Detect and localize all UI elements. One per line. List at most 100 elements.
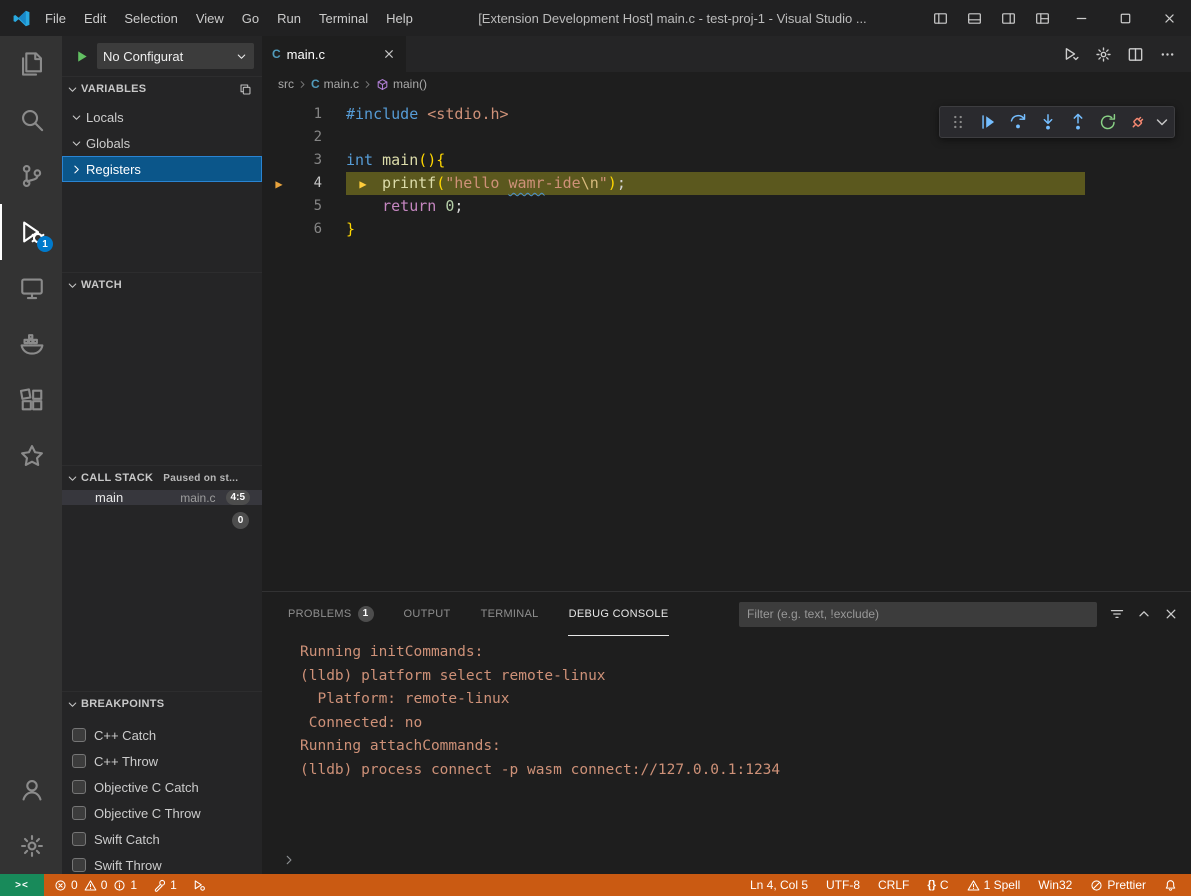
remote-explorer-item[interactable] — [0, 260, 62, 316]
crlf-status-item[interactable]: CRLF — [876, 874, 911, 896]
breadcrumb-item-main-c[interactable]: Cmain.c — [311, 77, 359, 91]
run-debug-item[interactable]: 1 — [0, 204, 62, 260]
settings-gear-item[interactable] — [0, 818, 62, 874]
gear-button[interactable] — [1089, 40, 1117, 68]
error-status-item[interactable]: 0 — [52, 874, 80, 896]
variables-row-globals[interactable]: Globals — [62, 130, 262, 156]
docker-item[interactable] — [0, 316, 62, 372]
breakpoint-row[interactable]: Objective C Throw — [62, 800, 262, 826]
warning-status-item[interactable]: 1 Spell — [965, 874, 1023, 896]
star-item[interactable] — [0, 428, 62, 484]
menu-go[interactable]: Go — [233, 7, 268, 30]
menu-run[interactable]: Run — [268, 7, 310, 30]
breakpoint-checkbox[interactable] — [72, 728, 86, 742]
call-stack-frame[interactable]: mainmain.c4:5 — [62, 490, 262, 505]
win32-status-item[interactable]: Win32 — [1036, 874, 1074, 896]
console-filter-input[interactable] — [739, 602, 1097, 627]
toggle-sidebar-button[interactable] — [923, 0, 957, 36]
breakpoint-gutter[interactable] — [262, 126, 296, 149]
toggle-secondary-sidebar-button[interactable] — [991, 0, 1025, 36]
step-over-button[interactable] — [1004, 109, 1032, 135]
debug-status-status-item[interactable] — [191, 874, 208, 896]
debug-console-input[interactable] — [296, 850, 1191, 870]
step-over-icon — [1009, 113, 1027, 131]
start-debugging-button[interactable] — [70, 45, 92, 67]
menu-file[interactable]: File — [36, 7, 75, 30]
utf-8-status-item[interactable]: UTF-8 — [824, 874, 862, 896]
account-item[interactable] — [0, 762, 62, 818]
code-token: return — [382, 197, 436, 215]
breakpoint-checkbox[interactable] — [72, 832, 86, 846]
breakpoint-gutter[interactable] — [262, 195, 296, 218]
breakpoint-row[interactable]: Swift Catch — [62, 826, 262, 852]
close-button[interactable] — [1163, 606, 1179, 622]
step-out-button[interactable] — [1064, 109, 1092, 135]
code-editor[interactable]: 1#include <stdio.h>23int main(){▶4▶print… — [262, 96, 1191, 591]
slash-circle-status-item[interactable]: Prettier — [1088, 874, 1148, 896]
copy-icon[interactable] — [239, 83, 258, 96]
minimize-button[interactable] — [1059, 0, 1103, 36]
toggle-panel-button[interactable] — [957, 0, 991, 36]
watch-section-header[interactable]: WATCH — [62, 273, 262, 297]
panel-tab-problems[interactable]: PROBLEMS1 — [287, 592, 375, 636]
wrench-status-item[interactable]: 1 — [151, 874, 179, 896]
menu-edit[interactable]: Edit — [75, 7, 115, 30]
breakpoint-checkbox[interactable] — [72, 806, 86, 820]
tab-main-c[interactable]: C main.c — [262, 36, 406, 72]
panel-tab-output[interactable]: OUTPUT — [403, 592, 452, 636]
breakpoint-row[interactable]: C++ Catch — [62, 722, 262, 748]
variables-row-registers[interactable]: Registers — [62, 156, 262, 182]
braces-status-item[interactable]: {}C — [925, 874, 950, 896]
breakpoint-gutter[interactable] — [262, 103, 296, 126]
close-button[interactable] — [1147, 0, 1191, 36]
breakpoint-row[interactable]: Objective C Catch — [62, 774, 262, 800]
explorer-item[interactable] — [0, 36, 62, 92]
menu-help[interactable]: Help — [377, 7, 422, 30]
panel-tab-debug-console[interactable]: DEBUG CONSOLE — [568, 592, 670, 636]
ln-4-col-5-status-item[interactable]: Ln 4, Col 5 — [748, 874, 810, 896]
code-token: #include — [346, 105, 418, 123]
run-file-button[interactable] — [1057, 40, 1085, 68]
breakpoint-gutter[interactable] — [262, 149, 296, 172]
breakpoints-section-header[interactable]: BREAKPOINTS — [62, 692, 262, 716]
info-status-item[interactable]: 1 — [111, 874, 139, 896]
remote-indicator[interactable]: >< — [0, 874, 44, 896]
title-bar: FileEditSelectionViewGoRunTerminalHelp [… — [0, 0, 1191, 36]
disconnect-button[interactable] — [1124, 109, 1152, 135]
split-editor-button[interactable] — [1121, 40, 1149, 68]
customize-layout-button[interactable] — [1025, 0, 1059, 36]
chevron-up-button[interactable] — [1136, 606, 1152, 622]
variables-section-header[interactable]: VARIABLES — [62, 77, 262, 101]
extensions-item[interactable] — [0, 372, 62, 428]
menu-view[interactable]: View — [187, 7, 233, 30]
maximize-button[interactable] — [1103, 0, 1147, 36]
breakpoint-gutter[interactable] — [262, 218, 296, 241]
panel-tab-terminal[interactable]: TERMINAL — [480, 592, 540, 636]
filter-lines-button[interactable] — [1109, 606, 1125, 622]
restart-button[interactable] — [1094, 109, 1122, 135]
docker-icon — [19, 331, 45, 357]
debug-config-dropdown[interactable]: No Configurat — [97, 43, 254, 69]
breadcrumb-item-main-[interactable]: main() — [376, 77, 427, 91]
breakpoint-gutter[interactable]: ▶ — [262, 172, 296, 195]
gripper-button[interactable] — [944, 109, 972, 135]
breakpoint-checkbox[interactable] — [72, 780, 86, 794]
search-item[interactable] — [0, 92, 62, 148]
more-actions-button[interactable] — [1153, 40, 1181, 68]
breakpoint-checkbox[interactable] — [72, 858, 86, 872]
menu-terminal[interactable]: Terminal — [310, 7, 377, 30]
breakpoint-row[interactable]: C++ Throw — [62, 748, 262, 774]
warning-status-item[interactable]: 0 — [82, 874, 110, 896]
continue-button[interactable] — [974, 109, 1002, 135]
menu-selection[interactable]: Selection — [115, 7, 186, 30]
breadcrumb-item-src[interactable]: src — [278, 77, 294, 91]
breakpoint-checkbox[interactable] — [72, 754, 86, 768]
step-into-button[interactable] — [1034, 109, 1062, 135]
source-control-item[interactable] — [0, 148, 62, 204]
variables-row-locals[interactable]: Locals — [62, 104, 262, 130]
call-stack-section-header[interactable]: CALL STACK Paused on st... — [62, 466, 262, 490]
bell-status-item[interactable] — [1162, 874, 1179, 896]
chevron-down-button[interactable] — [1154, 109, 1170, 135]
close-icon[interactable] — [382, 47, 396, 61]
breakpoint-row[interactable]: Swift Throw — [62, 852, 262, 874]
